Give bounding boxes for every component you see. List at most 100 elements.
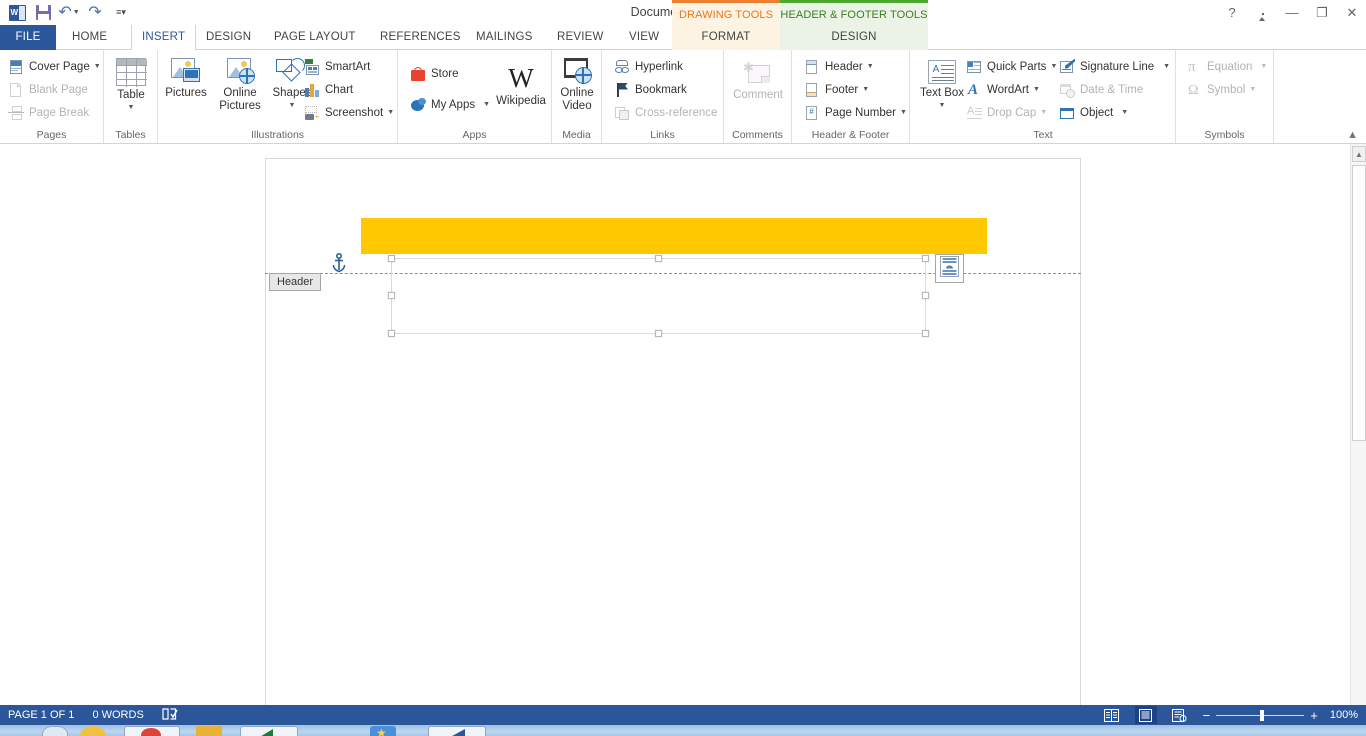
smartart-button[interactable]: SmartArt (300, 55, 394, 78)
quick-parts-icon (966, 59, 983, 75)
document-page[interactable]: Header (265, 158, 1081, 705)
zoom-out-button[interactable]: − (1203, 709, 1211, 722)
symbol-button[interactable]: Ω Symbol ▼ (1182, 78, 1267, 101)
tab-format[interactable]: FORMAT (672, 25, 780, 50)
symbol-icon: Ω (1186, 82, 1203, 98)
store-button[interactable]: Store (406, 62, 490, 85)
header-button[interactable]: Header ▼ (800, 55, 907, 78)
ribbon: Cover Page ▼ Blank Page Page Break Pages (0, 50, 1366, 144)
online-video-button[interactable]: Online Video (552, 58, 602, 112)
taskbar-item-1[interactable] (42, 726, 68, 736)
bookmark-label: Bookmark (635, 84, 687, 96)
text-box-frame[interactable] (391, 258, 926, 334)
zoom-level[interactable]: 100% (1330, 709, 1358, 721)
tab-home[interactable]: HOME (62, 25, 117, 50)
print-layout-button[interactable] (1135, 706, 1157, 724)
wordart-label: WordArt (987, 84, 1029, 96)
online-pictures-label: Online Pictures (214, 87, 266, 112)
text-box-icon: A (928, 60, 956, 84)
group-label-tables: Tables (104, 129, 157, 141)
pictures-button[interactable]: Pictures (160, 58, 212, 100)
object-button[interactable]: Object ▼ (1055, 101, 1170, 124)
zoom-thumb[interactable] (1260, 710, 1264, 721)
close-button[interactable]: ✕ (1344, 6, 1360, 19)
taskbar-item-3[interactable] (124, 726, 180, 736)
read-mode-button[interactable] (1101, 706, 1123, 724)
symbol-label: Symbol (1207, 84, 1245, 96)
handle-bottom-center[interactable] (655, 330, 662, 337)
windows-taskbar: ★ (0, 725, 1366, 736)
handle-top-right[interactable] (922, 255, 929, 262)
zoom-track[interactable] (1216, 715, 1304, 716)
cross-reference-button[interactable]: Cross-reference (610, 101, 717, 124)
help-icon[interactable]: ? (1224, 6, 1240, 19)
wikipedia-button[interactable]: W Wikipedia (492, 64, 550, 108)
group-label-comments: Comments (724, 129, 791, 141)
tab-references[interactable]: REFERENCES (370, 25, 471, 50)
taskbar-item-5[interactable] (240, 726, 298, 736)
yellow-rectangle-shape[interactable] (361, 218, 987, 254)
table-button[interactable]: Table ▼ (104, 58, 158, 114)
handle-bottom-left[interactable] (388, 330, 395, 337)
selected-text-box[interactable] (388, 255, 929, 337)
quick-parts-button[interactable]: Quick Parts ▼ (962, 55, 1057, 78)
scroll-up-icon[interactable]: ▲ (1352, 146, 1366, 162)
tab-header-footer-design[interactable]: DESIGN (780, 25, 928, 50)
handle-top-left[interactable] (388, 255, 395, 262)
comment-icon: ✱ (743, 62, 773, 86)
handle-middle-right[interactable] (922, 292, 929, 299)
table-icon (116, 58, 146, 86)
tab-page-layout[interactable]: PAGE LAYOUT (264, 25, 366, 50)
scrollbar-thumb[interactable] (1352, 165, 1366, 441)
tab-design[interactable]: DESIGN (196, 25, 261, 50)
text-box-button[interactable]: A Text Box ▼ (918, 60, 966, 112)
document-canvas[interactable]: Header (0, 144, 1350, 705)
tab-review[interactable]: REVIEW (547, 25, 614, 50)
zoom-in-button[interactable]: + (1310, 709, 1318, 722)
tab-insert[interactable]: INSERT (131, 25, 196, 51)
screenshot-button[interactable]: + Screenshot ▼ (300, 101, 394, 124)
page-status[interactable]: PAGE 1 OF 1 (8, 709, 74, 721)
online-pictures-button[interactable]: Online Pictures (214, 58, 266, 112)
restore-button[interactable]: ❐ (1314, 6, 1330, 19)
handle-bottom-right[interactable] (922, 330, 929, 337)
comment-button[interactable]: ✱ Comment (724, 62, 792, 102)
word-count[interactable]: 0 WORDS (92, 709, 143, 721)
footer-button[interactable]: Footer ▼ (800, 78, 907, 101)
smartart-icon (304, 59, 321, 75)
minimize-button[interactable]: — (1284, 6, 1300, 19)
cover-page-button[interactable]: Cover Page ▼ (4, 55, 101, 78)
collapse-ribbon-button[interactable]: ▲ (1347, 129, 1358, 141)
table-label: Table (117, 89, 145, 102)
taskbar-item-4[interactable] (196, 726, 222, 736)
handle-middle-left[interactable] (388, 292, 395, 299)
proofing-icon[interactable] (162, 707, 178, 724)
equation-button[interactable]: π Equation ▼ (1182, 55, 1267, 78)
taskbar-item-6[interactable]: ★ (370, 726, 396, 736)
drop-cap-button[interactable]: A Drop Cap ▼ (962, 101, 1057, 124)
page-number-button[interactable]: # Page Number ▼ (800, 101, 907, 124)
zoom-slider[interactable]: − + (1203, 709, 1318, 722)
bookmark-button[interactable]: Bookmark (610, 78, 717, 101)
equation-icon: π (1186, 59, 1203, 75)
header-icon (804, 59, 821, 75)
tab-view[interactable]: VIEW (619, 25, 669, 50)
wordart-button[interactable]: A WordArt ▼ (962, 78, 1057, 101)
date-time-button[interactable]: Date & Time (1055, 78, 1170, 101)
signature-line-button[interactable]: Signature Line ▼ (1055, 55, 1170, 78)
blank-page-button[interactable]: Blank Page (4, 78, 101, 101)
hyperlink-button[interactable]: Hyperlink (610, 55, 717, 78)
taskbar-item-2[interactable] (80, 726, 106, 736)
layout-options-button[interactable] (935, 254, 964, 283)
web-layout-button[interactable] (1169, 706, 1191, 724)
tab-file[interactable]: FILE (0, 25, 56, 50)
wikipedia-icon: W (508, 64, 533, 92)
handle-top-center[interactable] (655, 255, 662, 262)
vertical-scrollbar[interactable]: ▲ (1350, 144, 1366, 705)
taskbar-item-7[interactable] (428, 726, 486, 736)
wordart-icon: A (966, 82, 983, 98)
my-apps-button[interactable]: My Apps ▼ (406, 93, 490, 116)
page-break-button[interactable]: Page Break (4, 101, 101, 124)
chart-button[interactable]: Chart (300, 78, 394, 101)
tab-mailings[interactable]: MAILINGS (466, 25, 543, 50)
